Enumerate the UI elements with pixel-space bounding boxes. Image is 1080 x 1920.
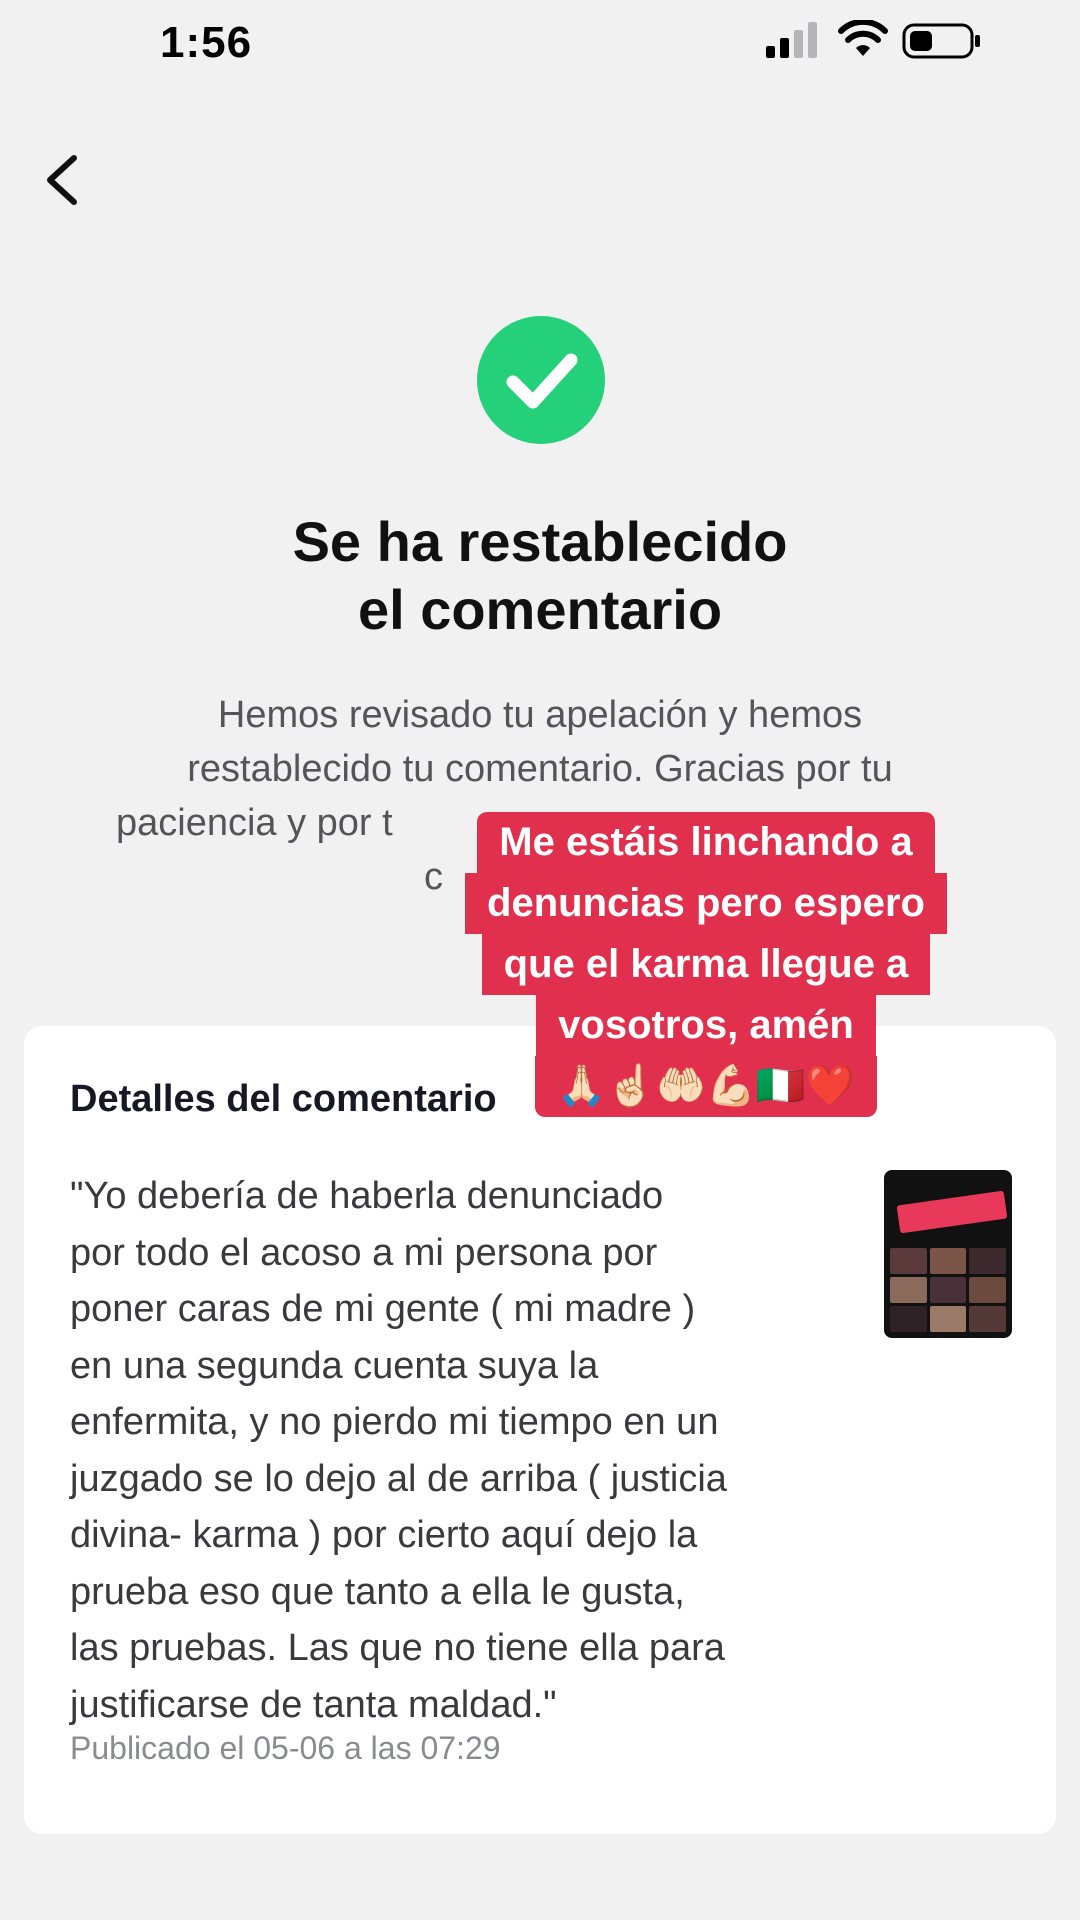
- caption-line: denuncias pero espero: [465, 873, 947, 934]
- cellular-signal-icon: [766, 22, 817, 58]
- caption-line: vosotros, amén: [536, 995, 876, 1056]
- caption-line: que el karma llegue a: [481, 934, 931, 995]
- caption-line: 🙏🏻☝🏻🤲🏻💪🏻🇮🇹❤️: [534, 1056, 878, 1117]
- wifi-icon: [838, 20, 888, 56]
- comment-text-line: por todo el acoso a mi persona por: [70, 1231, 658, 1274]
- comment-text-line: las pruebas. Las que no tiene ella para: [70, 1627, 725, 1669]
- status-bar: 1:56: [0, 0, 1080, 90]
- overlay-caption: Me estáis linchando a denuncias pero esp…: [442, 812, 970, 1117]
- comment-text-line: divina- karma ) por cierto aquí dejo la: [70, 1514, 698, 1556]
- thumbnail-grid: [890, 1248, 1006, 1332]
- comment-details-card: Detalles del comentario "Yo debería de h…: [24, 1026, 1056, 1834]
- comment-details-title: Detalles del comentario: [70, 1078, 497, 1120]
- chevron-left-icon: [47, 155, 77, 205]
- description-line: restablecido tu comentario. Gracias por …: [187, 748, 893, 790]
- thumbnail-caption-band: [896, 1190, 1008, 1234]
- video-thumbnail[interactable]: [884, 1170, 1012, 1338]
- comment-text-line: "Yo debería de haberla denunciado: [70, 1175, 664, 1217]
- back-button[interactable]: [34, 140, 94, 220]
- comment-text-line: prueba eso que tanto a ella le gusta,: [70, 1570, 685, 1613]
- publish-date: Publicado el 05-06 a las 07:29: [70, 1730, 501, 1766]
- check-circle-icon: [477, 316, 605, 444]
- comment-text: "Yo debería de haberla denunciado por to…: [70, 1168, 880, 1733]
- comment-text-line: poner caras de mi gente ( mi madre ): [70, 1288, 696, 1330]
- comment-text-line: juzgado se lo dejo al de arriba ( justic…: [70, 1457, 727, 1500]
- page-title-line: Se ha restablecido: [292, 510, 788, 573]
- comment-text-line: justificarse de tanta maldad.": [70, 1683, 557, 1726]
- comment-text-line: en una segunda cuenta suya la: [70, 1344, 599, 1387]
- comment-text-line: enfermita, y no pierdo mi tiempo en un: [70, 1401, 719, 1443]
- page-title: Se ha restablecido el comentario: [140, 508, 940, 644]
- status-time: 1:56: [160, 18, 253, 67]
- battery-icon: [902, 23, 980, 59]
- caption-line: Me estáis linchando a: [477, 812, 935, 873]
- page-title-line: el comentario: [357, 578, 723, 641]
- description-line: Hemos revisado tu apelación y hemos: [217, 694, 863, 736]
